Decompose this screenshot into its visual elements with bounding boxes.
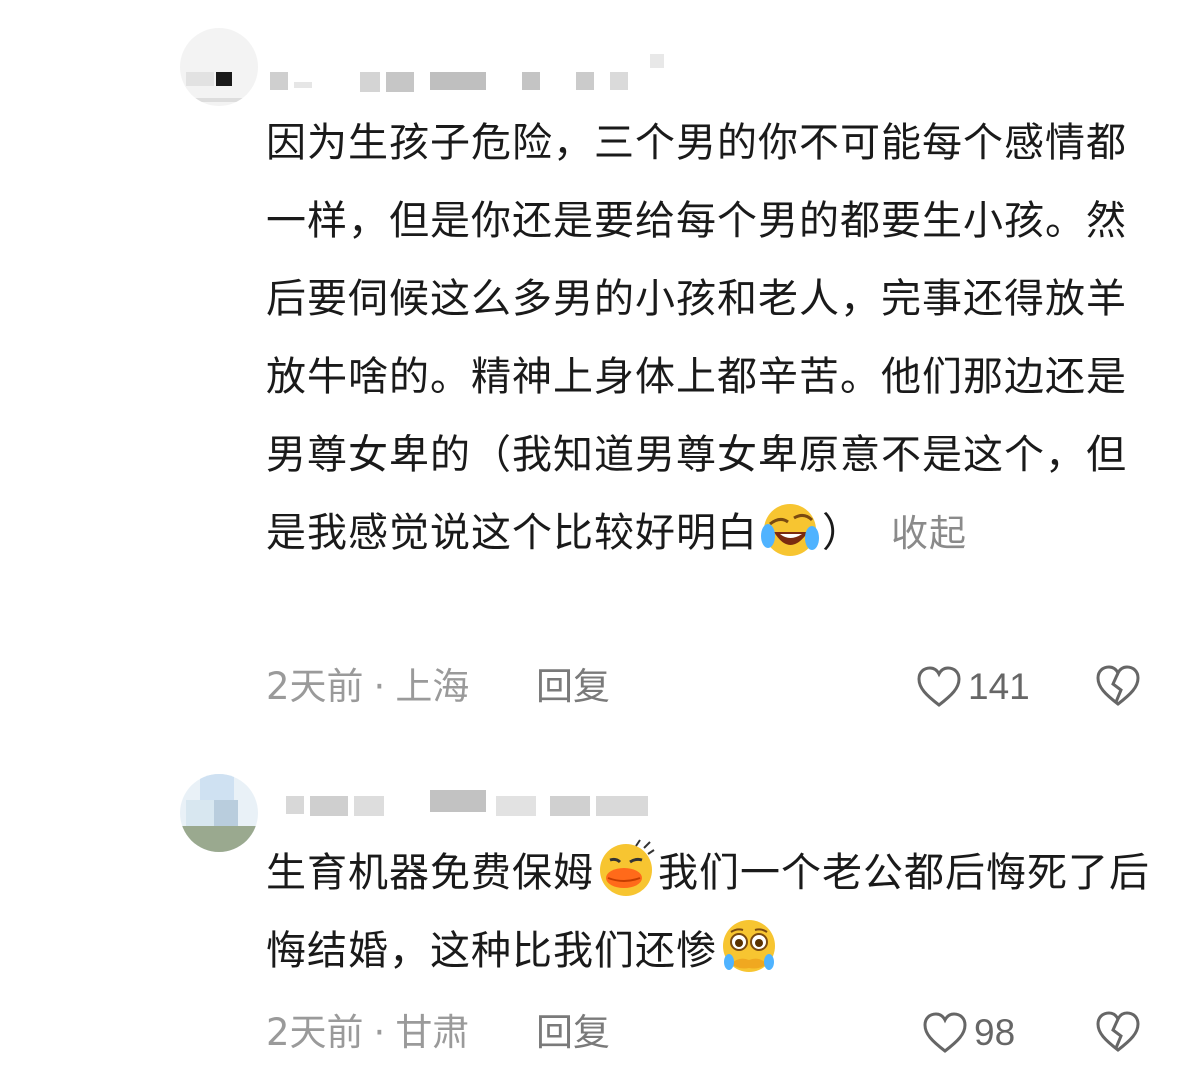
location: 上海 bbox=[395, 665, 470, 708]
comment-text: 生育机器免费保姆 bbox=[266, 850, 594, 896]
username-redacted[interactable] bbox=[270, 54, 670, 100]
separator: · bbox=[373, 1011, 386, 1054]
like-count: 141 bbox=[968, 666, 1030, 707]
pleading-face-icon bbox=[719, 916, 779, 976]
comment-2: 生育机器免费保姆 我们一个老公都后悔死了后悔结婚，这种比我们还惨 2天前 · 甘… bbox=[0, 730, 1200, 1076]
avatar[interactable] bbox=[180, 774, 258, 852]
dislike-button[interactable] bbox=[1094, 662, 1146, 714]
broken-heart-icon bbox=[1094, 662, 1146, 714]
timestamp: 2天前 bbox=[266, 665, 364, 708]
comment-text: 因为生孩子危险，三个男的你不可能每个感情都一样，但是你还是要给每个男的都要生小孩… bbox=[266, 120, 1127, 556]
reply-button[interactable]: 回复 bbox=[536, 1008, 610, 1058]
like-count: 98 bbox=[974, 1012, 1016, 1053]
avatar[interactable] bbox=[180, 28, 258, 106]
separator: · bbox=[373, 665, 386, 708]
reply-button[interactable]: 回复 bbox=[536, 662, 610, 712]
dislike-button[interactable] bbox=[1094, 1008, 1146, 1060]
timestamp: 2天前 bbox=[266, 1011, 364, 1054]
comment-body: 生育机器免费保姆 我们一个老公都后悔死了后悔结婚，这种比我们还惨 bbox=[266, 834, 1166, 990]
heart-icon bbox=[916, 665, 962, 709]
username-redacted[interactable] bbox=[270, 790, 670, 820]
like-button[interactable]: 98 bbox=[922, 1008, 1015, 1058]
duck-lips-face-icon bbox=[596, 838, 656, 898]
comment-meta: 2天前 · 甘肃 回复 bbox=[266, 1008, 1166, 1058]
broken-heart-icon bbox=[1094, 1008, 1146, 1060]
comment-body: 因为生孩子危险，三个男的你不可能每个感情都一样，但是你还是要给每个男的都要生小孩… bbox=[266, 104, 1146, 573]
laughing-crying-face-icon bbox=[760, 498, 820, 558]
comment-1: 因为生孩子危险，三个男的你不可能每个感情都一样，但是你还是要给每个男的都要生小孩… bbox=[0, 0, 1200, 730]
comment-meta: 2天前 · 上海 回复 bbox=[266, 662, 1166, 712]
comment-text-end: ） bbox=[822, 510, 863, 556]
like-button[interactable]: 141 bbox=[916, 662, 1030, 712]
collapse-button[interactable]: 收起 bbox=[891, 512, 967, 555]
heart-icon bbox=[922, 1011, 968, 1055]
location: 甘肃 bbox=[395, 1011, 470, 1054]
